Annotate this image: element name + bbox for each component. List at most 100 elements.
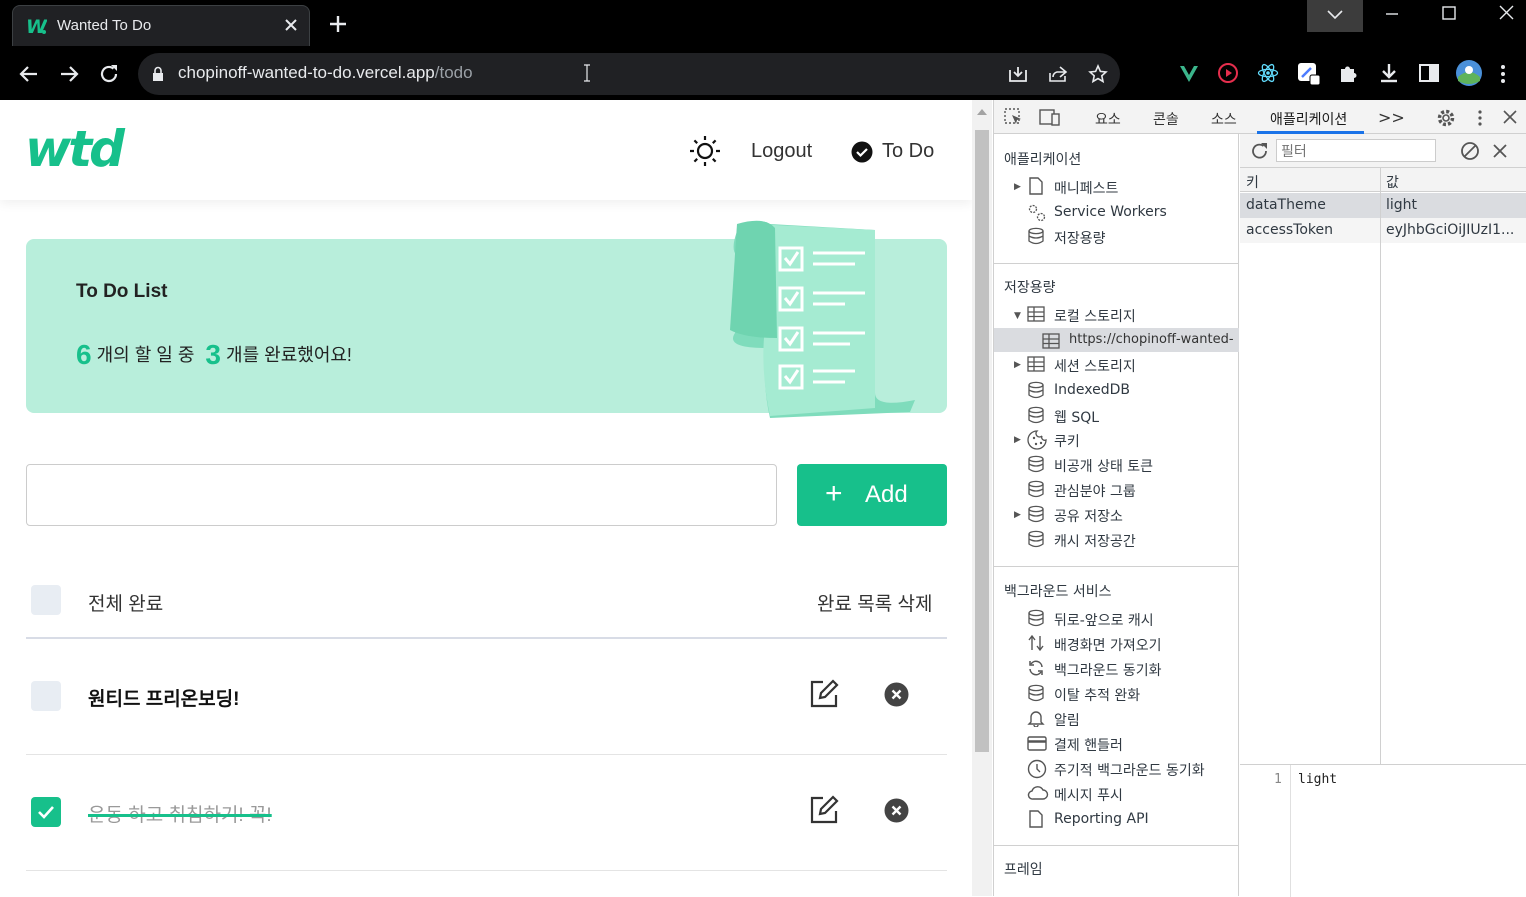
back-arrow-icon[interactable]	[18, 63, 40, 85]
expand-arrow-icon[interactable]: ▶	[1014, 435, 1021, 445]
stats-middle-text: 개의 할 일 중	[96, 345, 195, 365]
section-divider	[994, 845, 1239, 846]
column-header-key[interactable]: 키	[1240, 168, 1380, 192]
database-icon	[1028, 227, 1044, 245]
sidebar-item-label: 캐시 저장공간	[1054, 534, 1136, 550]
section-divider	[994, 263, 1239, 264]
theme-sun-icon[interactable]	[689, 135, 721, 167]
section-frames: 프레임	[1004, 862, 1043, 878]
edit-icon[interactable]	[808, 678, 840, 710]
section-application: 애플리케이션	[1004, 152, 1082, 168]
sidebar-item-local-origin[interactable]: https://chopinoff-wanted-	[994, 328, 1239, 352]
section-background-services: 백그라운드 서비스	[1004, 584, 1112, 600]
devtools-more-tabs[interactable]: >>	[1378, 108, 1405, 127]
devtools-tab-console[interactable]: 콘솔	[1153, 109, 1179, 129]
database-icon	[1028, 684, 1044, 702]
expand-arrow-icon[interactable]: ▶	[1014, 360, 1021, 370]
grid-row-selected[interactable]: dataTheme light	[1240, 193, 1526, 218]
browser-tab[interactable]: W Wanted To Do	[12, 5, 310, 46]
scrollbar-thumb[interactable]	[975, 130, 989, 752]
inspect-element-icon[interactable]	[1004, 108, 1024, 126]
grid-row[interactable]: accessToken eyJhbGciOiJIUzI1...	[1240, 218, 1526, 243]
extension-record-icon[interactable]	[1217, 62, 1239, 84]
sidebar-item-label: 메시지 푸시	[1054, 788, 1123, 804]
bookmark-star-icon[interactable]	[1088, 64, 1108, 84]
database-icon	[1028, 455, 1044, 473]
side-panel-icon[interactable]	[1418, 62, 1440, 84]
devtools-tab-sources[interactable]: 소스	[1211, 109, 1237, 129]
url-host: chopinoff-wanted-to-do.vercel.app	[178, 63, 435, 82]
sidebar-item-label: 백그라운드 동기화	[1054, 663, 1162, 679]
database-icon	[1028, 406, 1044, 424]
filter-input[interactable]	[1276, 139, 1436, 162]
close-tab-icon[interactable]	[283, 17, 299, 33]
delete-x-circle-icon[interactable]	[884, 798, 909, 823]
text-cursor-icon	[582, 63, 592, 83]
column-divider	[1380, 168, 1381, 764]
storage-grid: 키 값 dataTheme light accessToken eyJhbGci…	[1240, 168, 1526, 764]
delete-completed-button[interactable]: 완료 목록 삭제	[817, 589, 932, 616]
new-tab-icon[interactable]	[329, 15, 347, 33]
tab-search-icon[interactable]	[1307, 0, 1363, 32]
page-scrollbar[interactable]	[972, 100, 992, 896]
maximize-window-icon[interactable]	[1421, 0, 1477, 32]
devtools-tab-bar: 요소 콘솔 소스 애플리케이션 >>	[994, 100, 1526, 134]
edit-icon[interactable]	[808, 794, 840, 826]
todo-checkbox[interactable]	[31, 681, 61, 711]
expand-arrow-icon[interactable]: ▶	[1014, 182, 1021, 192]
collapse-arrow-icon[interactable]: ▼	[1014, 311, 1021, 321]
scroll-up-arrow-icon[interactable]	[977, 109, 987, 115]
bell-icon	[1027, 711, 1045, 727]
delete-x-circle-icon[interactable]	[884, 682, 909, 707]
profile-avatar[interactable]	[1455, 59, 1483, 87]
sidebar-item-label: 결제 핸들러	[1054, 738, 1123, 754]
row-divider	[26, 870, 947, 871]
extension-react-icon[interactable]	[1257, 62, 1279, 84]
extensions-puzzle-icon[interactable]	[1338, 62, 1360, 84]
sidebar-item-label: 알림	[1054, 713, 1080, 729]
todo-input[interactable]	[26, 464, 777, 526]
address-bar[interactable]: chopinoff-wanted-to-do.vercel.app/todo	[138, 53, 1120, 95]
devtools-tab-application[interactable]: 애플리케이션	[1270, 109, 1347, 129]
share-icon[interactable]	[1048, 65, 1068, 83]
plus-icon: +	[825, 477, 843, 510]
add-button-label: Add	[865, 481, 908, 508]
web-page: wtd Logout To Do To Do List 6 개의 할 일 중 3…	[0, 100, 972, 896]
column-header-value[interactable]: 값	[1380, 168, 1526, 192]
refresh-icon[interactable]	[1250, 141, 1270, 161]
forward-arrow-icon[interactable]	[58, 63, 80, 85]
devtools-close-icon[interactable]	[1503, 110, 1517, 124]
checkmark-icon	[38, 806, 54, 819]
extension-vue-icon[interactable]	[1178, 62, 1200, 84]
minimize-window-icon[interactable]	[1364, 0, 1420, 32]
expand-arrow-icon[interactable]: ▶	[1014, 510, 1021, 520]
database-icon	[1028, 609, 1044, 627]
sidebar-item-label: IndexedDB	[1054, 382, 1130, 398]
database-icon	[1028, 505, 1044, 523]
extension-picker-icon[interactable]	[1297, 62, 1321, 86]
add-todo-button[interactable]: + Add	[797, 464, 947, 526]
url-text[interactable]: chopinoff-wanted-to-do.vercel.app/todo	[178, 63, 473, 83]
lock-icon[interactable]	[152, 66, 164, 82]
device-toolbar-icon[interactable]	[1039, 108, 1061, 126]
complete-all-checkbox[interactable]	[31, 585, 61, 615]
app-logo[interactable]: wtd	[25, 120, 125, 178]
clear-all-icon[interactable]	[1460, 141, 1480, 161]
nav-todo-link[interactable]: To Do	[882, 140, 934, 163]
todo-checkbox-checked[interactable]	[31, 797, 61, 827]
devtools-menu-icon[interactable]	[1477, 109, 1483, 127]
install-app-icon[interactable]	[1008, 65, 1028, 83]
logout-link[interactable]: Logout	[751, 140, 812, 163]
close-window-icon[interactable]	[1478, 0, 1526, 32]
file-icon	[1029, 810, 1043, 828]
browser-menu-icon[interactable]	[1500, 63, 1506, 85]
reload-icon[interactable]	[98, 63, 120, 85]
todo-text: 원티드 프리온보딩!	[88, 689, 240, 710]
sidebar-item-label: 로컬 스토리지	[1054, 309, 1136, 325]
sidebar-item-label: 뒤로-앞으로 캐시	[1054, 613, 1154, 629]
devtools-panel: 요소 콘솔 소스 애플리케이션 >> 애플리케이션 ▶ 매니페스트 Servic…	[993, 100, 1526, 897]
delete-selected-icon[interactable]	[1493, 144, 1507, 158]
devtools-settings-gear-icon[interactable]	[1436, 108, 1456, 128]
devtools-tab-elements[interactable]: 요소	[1095, 109, 1121, 129]
downloads-icon[interactable]	[1378, 62, 1400, 84]
